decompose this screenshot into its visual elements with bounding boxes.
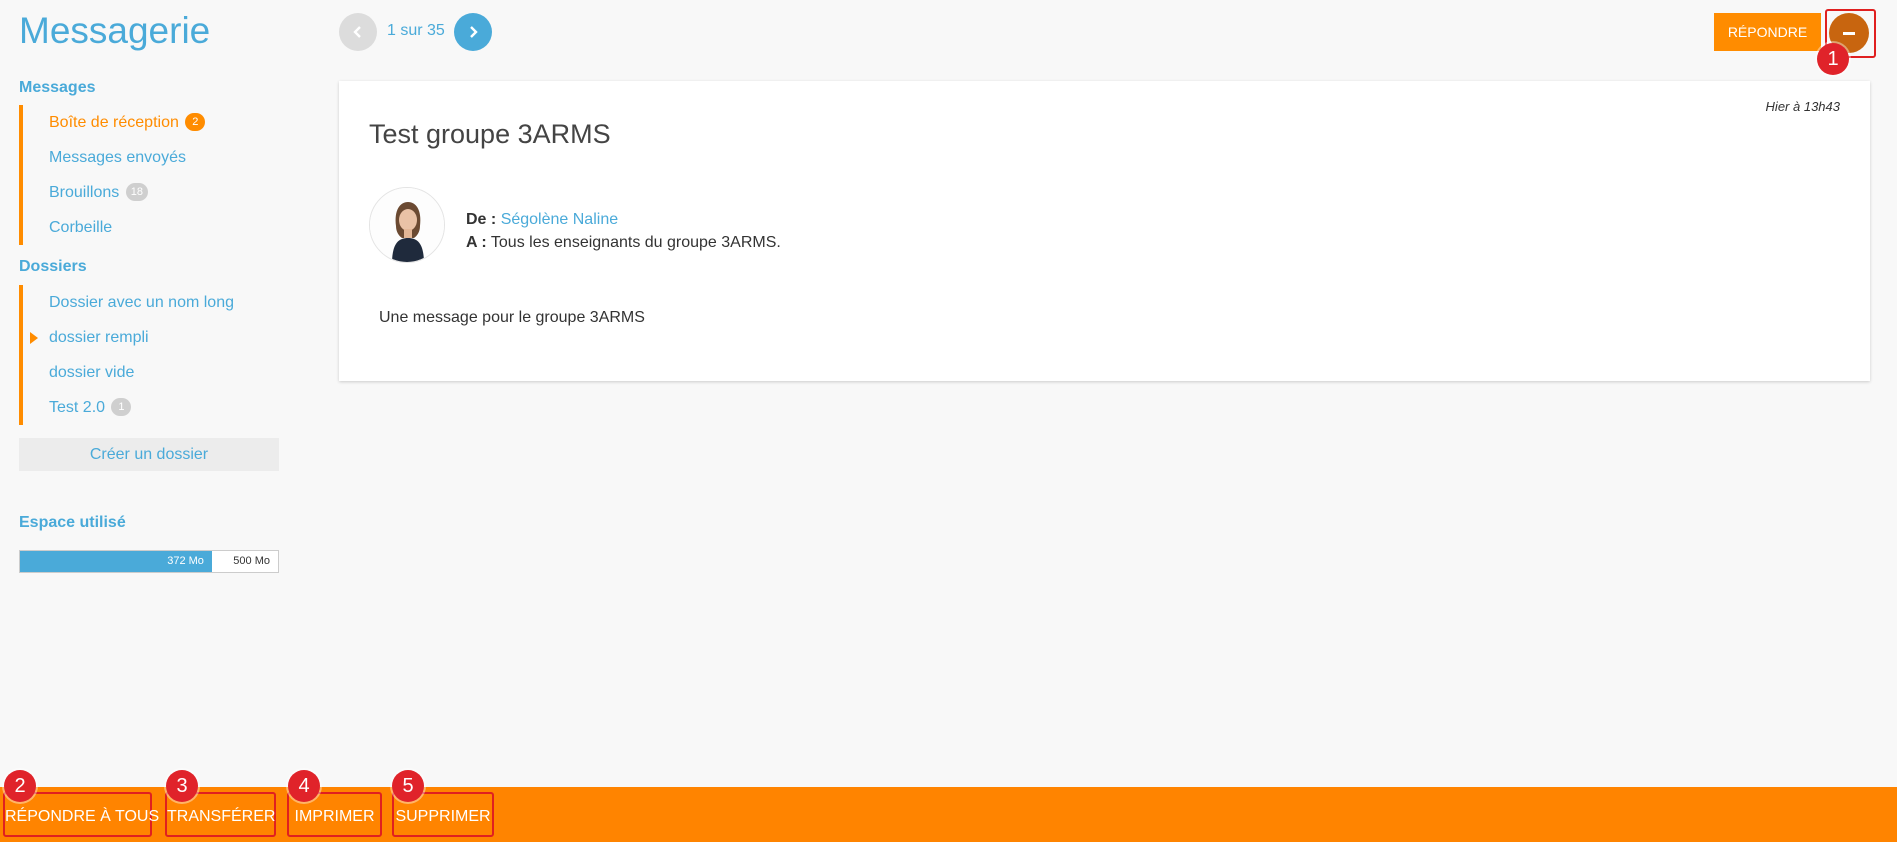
sidebar-folder-test[interactable]: Test 2.0 1 bbox=[23, 390, 279, 425]
storage-used-fill: 372 Mo bbox=[20, 551, 212, 572]
messages-nav: Boîte de réception 2 Messages envoyés Br… bbox=[19, 105, 279, 245]
storage-progress-bar: 372 Mo 500 Mo bbox=[19, 550, 279, 573]
marker-3: 3 bbox=[166, 770, 198, 802]
sidebar-item-sent[interactable]: Messages envoyés bbox=[23, 140, 279, 175]
marker-5: 5 bbox=[392, 770, 424, 802]
marker-2: 2 bbox=[4, 770, 36, 802]
marker-1: 1 bbox=[1817, 43, 1849, 75]
sidebar-item-label: Dossier avec un nom long bbox=[49, 294, 234, 311]
sidebar-item-trash[interactable]: Corbeille bbox=[23, 210, 279, 245]
from-line: De : Ségolène Naline bbox=[466, 208, 781, 231]
chevron-right-icon bbox=[470, 26, 478, 38]
message-subject: Test groupe 3ARMS bbox=[369, 119, 611, 149]
message-meta: De : Ségolène Naline A : Tous les enseig… bbox=[466, 208, 781, 254]
marker-4: 4 bbox=[288, 770, 320, 802]
page-title: Messagerie bbox=[19, 10, 211, 51]
sidebar-item-label: dossier rempli bbox=[49, 329, 149, 346]
person-avatar-icon bbox=[370, 188, 444, 262]
recipients: Tous les enseignants du groupe 3ARMS. bbox=[490, 234, 781, 251]
sidebar-item-label: dossier vide bbox=[49, 364, 135, 381]
folder-count-badge: 1 bbox=[111, 397, 132, 416]
sidebar-item-drafts[interactable]: Brouillons 18 bbox=[23, 175, 279, 210]
messages-section-title: Messages bbox=[19, 79, 96, 96]
pager-counter: 1 sur 35 bbox=[387, 22, 445, 39]
to-line: A : Tous les enseignants du groupe 3ARMS… bbox=[466, 231, 781, 254]
reply-button[interactable]: RÉPONDRE bbox=[1714, 13, 1821, 51]
drafts-count-badge: 18 bbox=[125, 182, 148, 201]
sidebar-item-inbox[interactable]: Boîte de réception 2 bbox=[23, 105, 279, 140]
storage-total-label: 500 Mo bbox=[233, 555, 270, 567]
sidebar-item-label: Boîte de réception bbox=[49, 114, 179, 131]
folders-nav: Dossier avec un nom long dossier rempli … bbox=[19, 285, 279, 425]
unread-count-badge: 2 bbox=[185, 112, 206, 131]
expand-caret-icon[interactable] bbox=[30, 332, 38, 344]
message-date: Hier à 13h43 bbox=[1765, 99, 1840, 114]
chevron-left-icon bbox=[353, 26, 361, 38]
sidebar-folder-empty[interactable]: dossier vide bbox=[23, 355, 279, 390]
minus-icon bbox=[1843, 31, 1855, 35]
sidebar-folder-filled[interactable]: dossier rempli bbox=[23, 320, 279, 355]
sidebar-item-label: Corbeille bbox=[49, 219, 113, 236]
to-label: A : bbox=[466, 234, 487, 251]
message-card: Hier à 13h43 Test groupe 3ARMS De : Ségo… bbox=[339, 81, 1870, 381]
folders-section-title: Dossiers bbox=[19, 258, 87, 275]
sidebar-item-label: Test 2.0 bbox=[49, 399, 106, 416]
previous-message-button[interactable] bbox=[339, 13, 377, 51]
message-body: Une message pour le groupe 3ARMS bbox=[379, 309, 645, 326]
bottom-action-bar bbox=[0, 787, 1897, 842]
storage-title: Espace utilisé bbox=[19, 514, 126, 531]
sidebar-item-label: Messages envoyés bbox=[49, 149, 186, 166]
sender-name-link[interactable]: Ségolène Naline bbox=[501, 211, 618, 228]
sidebar-item-label: Brouillons bbox=[49, 184, 120, 201]
create-folder-button[interactable]: Créer un dossier bbox=[19, 438, 279, 471]
sidebar-folder-long-name[interactable]: Dossier avec un nom long bbox=[23, 285, 279, 320]
sender-avatar bbox=[369, 187, 445, 263]
from-label: De : bbox=[466, 211, 497, 228]
next-message-button[interactable] bbox=[454, 13, 492, 51]
